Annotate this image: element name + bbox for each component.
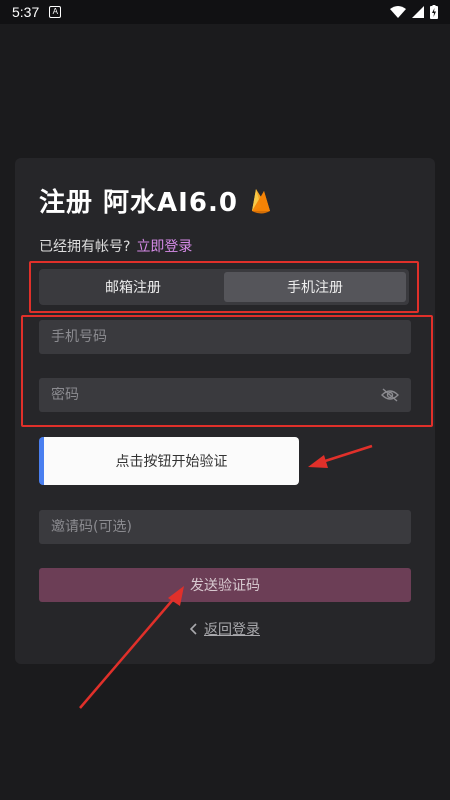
login-now-link[interactable]: 立即登录 — [136, 239, 192, 255]
tab-email-register[interactable]: 邮箱注册 — [42, 272, 224, 302]
wifi-icon — [390, 6, 406, 18]
battery-icon — [430, 5, 438, 19]
login-prompt-text: 已经拥有帐号? — [39, 239, 131, 255]
back-to-login[interactable]: 返回登录 — [15, 619, 435, 639]
chevron-left-icon — [190, 623, 197, 635]
status-time: 5:37 — [12, 4, 40, 20]
invite-code-field[interactable] — [39, 510, 411, 544]
start-verification-button[interactable]: 点击按钮开始验证 — [39, 437, 299, 485]
status-bar: 5:37 A — [0, 0, 450, 24]
tab-phone-register[interactable]: 手机注册 — [224, 272, 406, 302]
phone-field[interactable] — [39, 320, 411, 354]
register-card: 注册 阿水AI6.0 已经拥有帐号? 立即登录 邮箱注册 手机注册 点击按钮开始验… — [15, 158, 435, 664]
register-method-tabs: 邮箱注册 手机注册 — [39, 269, 409, 305]
notification-a-icon: A — [49, 6, 62, 18]
page-title: 注册 阿水AI6.0 — [39, 182, 272, 219]
send-code-button[interactable]: 发送验证码 — [39, 568, 411, 602]
title-text: 注册 阿水AI6.0 — [39, 188, 238, 218]
signal-icon — [412, 6, 424, 18]
back-to-login-label[interactable]: 返回登录 — [204, 619, 260, 639]
login-prompt: 已经拥有帐号? 立即登录 — [39, 236, 192, 256]
eye-off-icon[interactable] — [381, 388, 399, 402]
phone-input[interactable] — [51, 329, 399, 345]
invite-code-input[interactable] — [51, 519, 399, 535]
password-field[interactable] — [39, 378, 411, 412]
flame-icon — [251, 188, 270, 213]
password-input[interactable] — [51, 387, 381, 403]
